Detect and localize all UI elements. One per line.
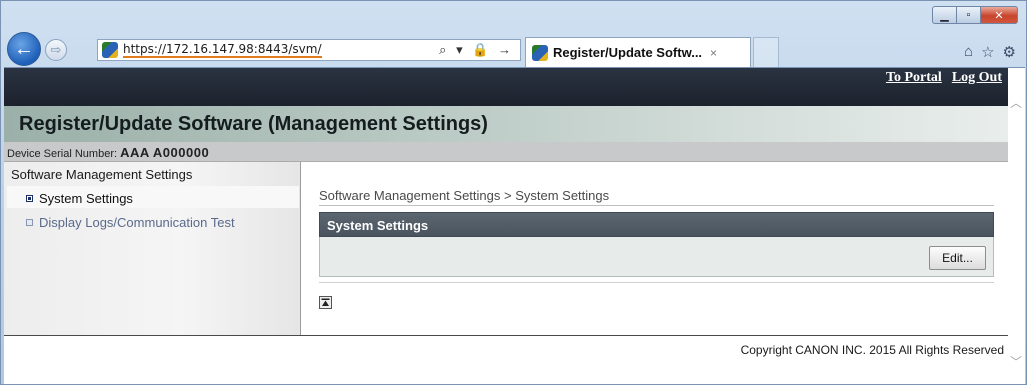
maximize-button[interactable]: ▫	[956, 6, 980, 24]
title-banner: Register/Update Software (Management Set…	[4, 106, 1008, 142]
site-favicon-icon	[102, 42, 118, 58]
tab-favicon-icon	[532, 44, 548, 61]
minimize-button[interactable]: ▁	[932, 6, 956, 24]
sidebar-item-system-settings[interactable]: System Settings	[26, 191, 296, 206]
panel-header: System Settings	[319, 212, 994, 237]
tab-title: Register/Update Softw...	[553, 45, 703, 60]
new-tab-button[interactable]	[753, 37, 779, 67]
close-icon: ✕	[994, 9, 1004, 22]
browser-toolbar: ← ⇨ https://172.16.147.98:8443/svm/ ⌕ ▾ …	[1, 29, 1026, 67]
scroll-down-icon[interactable]: ﹀	[1010, 353, 1022, 370]
browser-command-icons: ⌂ ☆ ⚙	[964, 43, 1016, 61]
address-bar[interactable]: https://172.16.147.98:8443/svm/ ⌕ ▾ 🔒 →	[97, 39, 521, 61]
to-portal-link[interactable]: To Portal	[886, 70, 942, 86]
footer: Copyright CANON INC. 2015 All Rights Res…	[4, 335, 1008, 384]
address-tools[interactable]: ⌕ ▾ 🔒 →	[439, 42, 514, 58]
forward-arrow-icon: ⇨	[50, 42, 62, 57]
log-out-link[interactable]: Log Out	[952, 70, 1002, 86]
tab-register-update[interactable]: Register/Update Softw... ×	[525, 37, 751, 67]
page-viewport: To Portal Log Out Register/Update Softwa…	[4, 67, 1025, 384]
copyright-text: Copyright CANON INC. 2015 All Rights Res…	[740, 343, 1004, 357]
close-window-button[interactable]: ✕	[980, 6, 1018, 24]
page-title: Register/Update Software (Management Set…	[19, 113, 488, 135]
panel-body: Edit...	[319, 237, 994, 277]
sidebar-heading: Software Management Settings	[11, 167, 193, 182]
main-content: Software Management Settings > System Se…	[302, 162, 1008, 335]
serial-number-bar: Device Serial Number: AAA A000000	[4, 142, 1008, 162]
tab-close-icon[interactable]: ×	[710, 46, 717, 60]
sidebar-item-display-logs[interactable]: Display Logs/Communication Test	[26, 215, 235, 230]
divider	[319, 282, 994, 283]
back-button[interactable]: ←	[7, 32, 41, 66]
maximize-icon: ▫	[966, 9, 971, 21]
home-icon[interactable]: ⌂	[964, 43, 973, 61]
sidebar-item-label: System Settings	[39, 191, 133, 206]
window-controls: ▁ ▫ ✕	[932, 6, 1018, 24]
top-links: To Portal Log Out	[886, 70, 1002, 86]
square-bullet-icon	[26, 195, 33, 202]
square-bullet-icon	[26, 219, 33, 226]
top-strip: To Portal Log Out	[4, 68, 1008, 106]
back-to-top-button[interactable]	[319, 296, 332, 309]
forward-button[interactable]: ⇨	[45, 39, 67, 61]
minimize-icon: ▁	[940, 9, 949, 22]
serial-label: Device Serial Number:	[7, 148, 121, 160]
sidebar-item-label: Display Logs/Communication Test	[39, 215, 235, 230]
scroll-up-icon[interactable]: ︿	[1010, 94, 1022, 111]
back-arrow-icon: ←	[14, 37, 34, 60]
edit-button[interactable]: Edit...	[929, 246, 986, 270]
browser-window: ▁ ▫ ✕ ← ⇨ https://172.16.147.98:8443/svm…	[0, 0, 1027, 385]
favorites-star-icon[interactable]: ☆	[981, 43, 994, 61]
serial-value: AAA A000000	[120, 145, 210, 160]
sidebar: Software Management Settings System Sett…	[4, 162, 301, 335]
back-to-top-icon	[321, 298, 330, 306]
gear-icon[interactable]: ⚙	[1003, 43, 1016, 61]
breadcrumb: Software Management Settings > System Se…	[319, 188, 994, 206]
url-text: https://172.16.147.98:8443/svm/	[123, 42, 322, 58]
vertical-scrollbar[interactable]: ︿ ﹀	[1008, 68, 1025, 384]
